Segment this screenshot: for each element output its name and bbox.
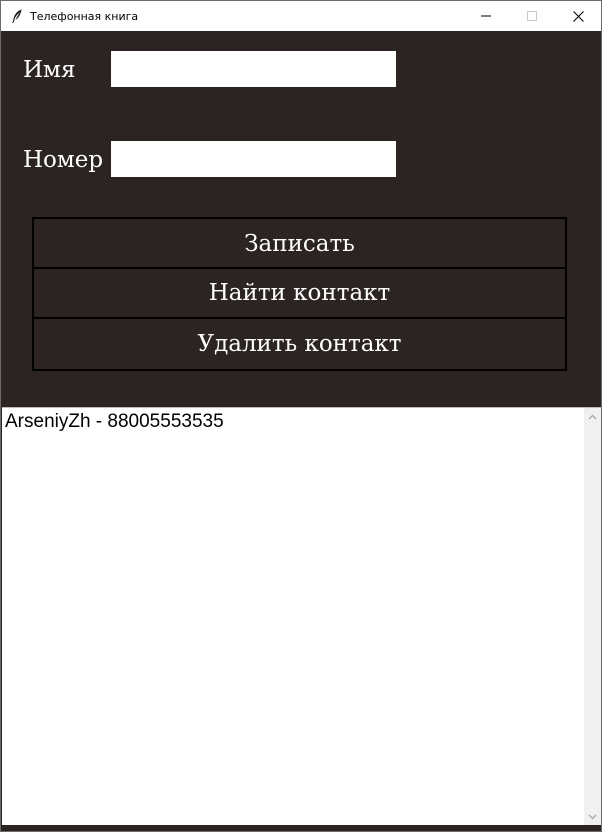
name-input[interactable] (111, 51, 396, 87)
maximize-button[interactable] (509, 1, 555, 31)
maximize-icon (527, 11, 537, 21)
contacts-listbox[interactable]: ArseniyZh - 88005553535 (2, 407, 601, 825)
close-icon (572, 10, 584, 22)
close-button[interactable] (555, 1, 601, 31)
chevron-up-icon (588, 414, 597, 419)
save-button[interactable]: Записать (34, 219, 565, 269)
app-window: Телефонная книга Имя Номер Записать Найт… (0, 0, 602, 832)
vertical-scrollbar[interactable] (584, 408, 601, 825)
scroll-up-button[interactable] (584, 408, 601, 425)
title-bar[interactable]: Телефонная книга (1, 1, 601, 31)
name-label: Имя (23, 57, 76, 83)
chevron-down-icon (588, 814, 597, 819)
action-buttons: Записать Найти контакт Удалить контакт (32, 217, 567, 371)
window-controls (463, 1, 601, 31)
delete-contact-button[interactable]: Удалить контакт (34, 317, 565, 369)
number-label: Номер (23, 147, 104, 173)
minimize-icon (481, 15, 491, 17)
minimize-button[interactable] (463, 1, 509, 31)
scroll-down-button[interactable] (584, 808, 601, 825)
find-contact-button[interactable]: Найти контакт (34, 267, 565, 317)
list-item[interactable]: ArseniyZh - 88005553535 (5, 411, 224, 433)
window-title: Телефонная книга (30, 9, 139, 23)
number-input[interactable] (111, 141, 396, 177)
feather-icon (10, 9, 24, 23)
